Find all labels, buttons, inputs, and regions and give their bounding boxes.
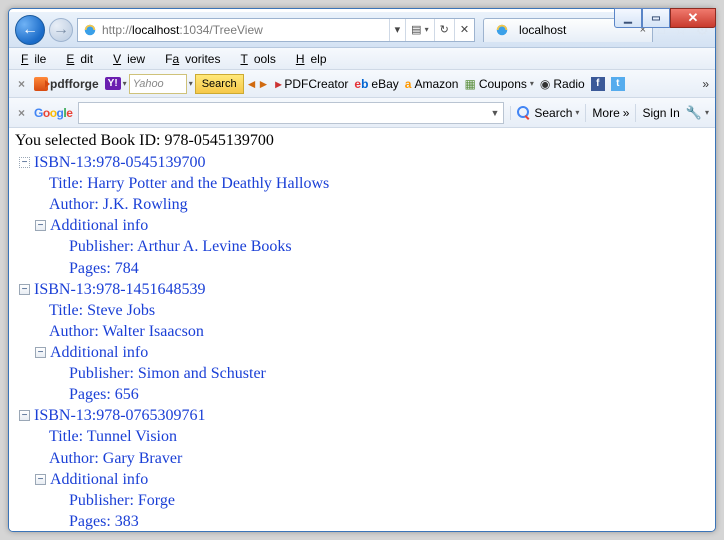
- menu-tools[interactable]: Tools: [234, 50, 287, 68]
- google-toolbar-close-button[interactable]: ×: [15, 106, 28, 120]
- google-more-button[interactable]: More»: [592, 106, 629, 120]
- pdfforge-logo[interactable]: pdfforge: [34, 77, 99, 91]
- radio-button[interactable]: ◉Radio: [540, 77, 585, 91]
- tree-node-title[interactable]: Title: Tunnel Vision: [15, 426, 709, 447]
- twitter-icon[interactable]: t: [611, 77, 625, 91]
- amazon-button[interactable]: aAmazon: [405, 77, 459, 91]
- tree-node-publisher[interactable]: Publisher: Simon and Schuster: [15, 363, 709, 384]
- tree-node-author[interactable]: Author: Gary Braver: [15, 448, 709, 469]
- pdfcreator-button[interactable]: ▸PDFCreator: [275, 77, 348, 91]
- treeview: −ISBN-13:978-0545139700Title: Harry Pott…: [15, 152, 709, 531]
- toolbar-close-button[interactable]: ×: [15, 77, 28, 91]
- stop-button[interactable]: ✕: [454, 19, 474, 41]
- tree-node-additional[interactable]: Additional info: [50, 469, 148, 490]
- selected-book-label: You selected Book ID: 978-0545139700: [15, 132, 709, 150]
- menu-file[interactable]: File: [15, 50, 58, 68]
- google-search-button[interactable]: Search▾: [510, 106, 579, 120]
- close-button[interactable]: ✕: [670, 8, 716, 28]
- tree-expander[interactable]: −: [19, 410, 30, 421]
- ebay-button[interactable]: ebeBay: [354, 77, 398, 91]
- bing-icon[interactable]: ▤▾: [405, 19, 433, 41]
- toolbar-overflow-button[interactable]: »: [702, 77, 709, 91]
- pdfforge-toolbar: × pdfforge Y!▾ Yahoo▾ Search ◄► ▸PDFCrea…: [9, 70, 715, 98]
- minimize-button[interactable]: ▁: [614, 8, 642, 28]
- search-icon: [517, 106, 531, 120]
- back-button[interactable]: ←: [15, 15, 45, 45]
- google-logo[interactable]: Google: [34, 106, 72, 120]
- yahoo-icon: Y!: [105, 77, 121, 90]
- tree-node-author[interactable]: Author: J.K. Rowling: [15, 194, 709, 215]
- pdfforge-icon: [34, 77, 48, 91]
- tree-expander[interactable]: −: [35, 474, 46, 485]
- tree-node-pages[interactable]: Pages: 784: [15, 258, 709, 279]
- tree-node-author[interactable]: Author: Walter Isaacson: [15, 321, 709, 342]
- menu-favorites[interactable]: Favorites: [159, 50, 232, 68]
- tree-node-publisher[interactable]: Publisher: Forge: [15, 490, 709, 511]
- google-signin-button[interactable]: Sign In: [642, 106, 679, 120]
- coupons-button[interactable]: ▦Coupons▾: [464, 77, 533, 91]
- ie-icon: [82, 22, 98, 38]
- maximize-button[interactable]: ▭: [642, 8, 670, 28]
- tree-node-additional[interactable]: Additional info: [50, 215, 148, 236]
- tree-node-pages[interactable]: Pages: 383: [15, 511, 709, 531]
- google-search-input[interactable]: ▼: [78, 102, 504, 124]
- url-dropdown[interactable]: ▾: [389, 19, 406, 41]
- tree-node-isbn[interactable]: ISBN-13:978-1451648539: [34, 279, 206, 300]
- tree-node-title[interactable]: Title: Harry Potter and the Deathly Hall…: [15, 173, 709, 194]
- facebook-icon[interactable]: f: [591, 77, 605, 91]
- menu-view[interactable]: View: [107, 50, 157, 68]
- menu-help[interactable]: Help: [290, 50, 339, 68]
- nav-bar: ← → http://localhost:1034/TreeView ▾ ▤▾ …: [9, 12, 715, 48]
- google-toolbar: × Google ▼ Search▾ More» Sign In 🔧▾: [9, 98, 715, 128]
- tree-node-title[interactable]: Title: Steve Jobs: [15, 300, 709, 321]
- menu-edit[interactable]: Edit: [60, 50, 105, 68]
- tree-node-publisher[interactable]: Publisher: Arthur A. Levine Books: [15, 236, 709, 257]
- menu-bar: File Edit View Favorites Tools Help: [9, 48, 715, 70]
- tree-expander[interactable]: −: [35, 347, 46, 358]
- tree-node-additional[interactable]: Additional info: [50, 342, 148, 363]
- tree-expander[interactable]: −: [19, 284, 30, 295]
- tree-node-pages[interactable]: Pages: 656: [15, 384, 709, 405]
- google-wrench-button[interactable]: 🔧▾: [686, 105, 709, 121]
- page-content: You selected Book ID: 978-0545139700 −IS…: [9, 128, 715, 531]
- forward-button[interactable]: →: [49, 18, 73, 42]
- ie-icon: [494, 22, 510, 38]
- tree-node-isbn[interactable]: ISBN-13:978-0545139700: [34, 152, 206, 173]
- yahoo-search-button[interactable]: Search: [195, 74, 244, 94]
- browser-window: ← → http://localhost:1034/TreeView ▾ ▤▾ …: [8, 8, 716, 532]
- address-bar[interactable]: http://localhost:1034/TreeView ▾ ▤▾ ↻ ✕: [77, 18, 475, 42]
- tree-node-isbn[interactable]: ISBN-13:978-0765309761: [34, 405, 206, 426]
- url-text: http://localhost:1034/TreeView: [102, 23, 389, 37]
- tree-expander[interactable]: −: [19, 157, 30, 168]
- tree-expander[interactable]: −: [35, 220, 46, 231]
- refresh-button[interactable]: ↻: [434, 19, 454, 41]
- yahoo-search-input[interactable]: Yahoo: [129, 74, 187, 94]
